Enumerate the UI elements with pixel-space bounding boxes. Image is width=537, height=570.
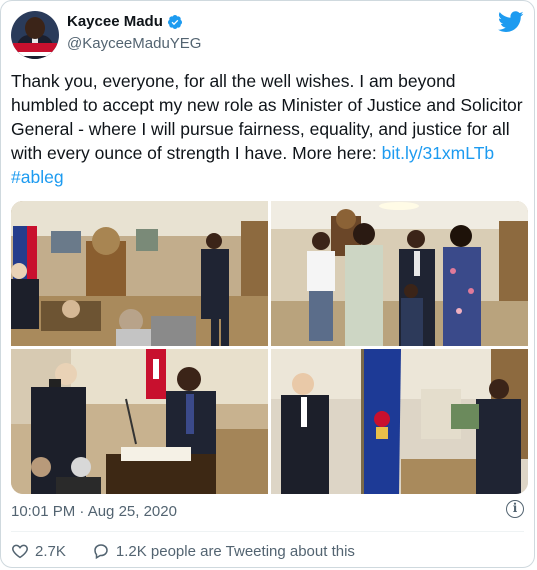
tweet-header: Kaycee Madu @KayceeMaduYEG bbox=[11, 11, 524, 61]
author-name[interactable]: Kaycee Madu bbox=[67, 13, 163, 30]
tweet-hashtag[interactable]: #ableg bbox=[11, 167, 64, 187]
photo-4[interactable] bbox=[271, 349, 528, 494]
tweet-timestamp[interactable]: 10:01 PM · Aug 25, 2020 bbox=[11, 503, 177, 520]
tweet-link[interactable]: bit.ly/31xmLTb bbox=[382, 143, 495, 163]
photo-3-image bbox=[11, 349, 268, 494]
like-button[interactable]: 2.7K bbox=[11, 542, 66, 560]
info-icon[interactable]: i bbox=[506, 500, 524, 518]
tweet-actions: 2.7K 1.2K people are Tweeting about this bbox=[11, 542, 381, 560]
photo-4-image bbox=[271, 349, 528, 494]
tweet-text: Thank you, everyone, for all the well wi… bbox=[11, 69, 526, 189]
photo-3[interactable] bbox=[11, 349, 268, 494]
author-info: Kaycee Madu @KayceeMaduYEG bbox=[67, 13, 201, 52]
photo-1[interactable] bbox=[11, 201, 268, 346]
author-avatar[interactable] bbox=[11, 11, 59, 59]
reply-bubble-icon bbox=[94, 544, 108, 560]
photo-2-image bbox=[271, 201, 528, 346]
heart-icon bbox=[12, 544, 28, 559]
reply-button[interactable]: 1.2K people are Tweeting about this bbox=[92, 542, 355, 560]
photo-1-image bbox=[11, 201, 268, 346]
photo-2[interactable] bbox=[271, 201, 528, 346]
verified-badge-icon bbox=[167, 14, 182, 29]
twitter-bird-icon[interactable] bbox=[498, 11, 524, 33]
like-count: 2.7K bbox=[35, 542, 66, 560]
photo-grid bbox=[11, 201, 528, 494]
author-name-row[interactable]: Kaycee Madu bbox=[67, 13, 183, 30]
author-handle[interactable]: @KayceeMaduYEG bbox=[67, 35, 201, 52]
replies-text: 1.2K people are Tweeting about this bbox=[115, 542, 355, 560]
divider bbox=[11, 531, 524, 532]
tweet-card[interactable]: Kaycee Madu @KayceeMaduYEG Thank you, ev… bbox=[0, 0, 535, 568]
